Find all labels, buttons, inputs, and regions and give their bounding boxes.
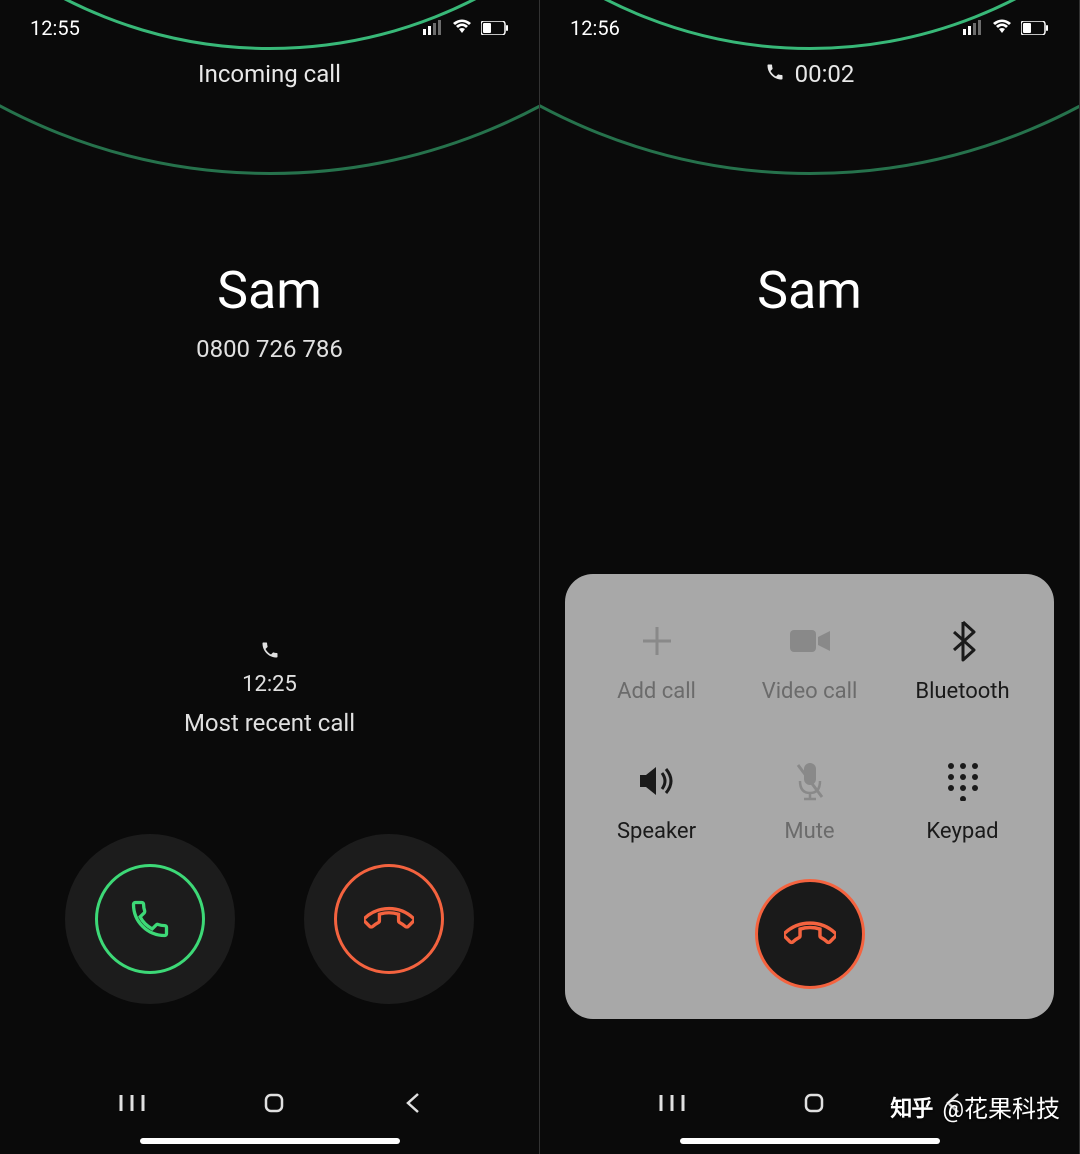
phone-icon (260, 645, 280, 664)
answer-button[interactable] (65, 834, 235, 1004)
caller-name: Sam (0, 260, 539, 321)
call-status-label: Incoming call (0, 60, 539, 88)
speaker-label: Speaker (617, 819, 696, 844)
status-bar: 12:55 (0, 0, 539, 55)
keypad-label: Keypad (926, 819, 998, 844)
caller-number: 0800 726 786 (0, 335, 539, 363)
end-call-button[interactable] (755, 879, 865, 989)
phone-icon (765, 60, 785, 88)
home-indicator[interactable] (140, 1138, 400, 1144)
phone-screen-incoming: 12:55 Incoming call Sam 0800 726 786 12:… (0, 0, 540, 1154)
status-icons (963, 16, 1049, 40)
wifi-icon (991, 16, 1013, 40)
video-call-label: Video call (762, 679, 858, 704)
nav-recents-icon[interactable] (659, 1093, 685, 1117)
status-icons (423, 16, 509, 40)
bluetooth-label: Bluetooth (915, 679, 1009, 704)
mute-icon (794, 759, 826, 803)
nav-back-icon[interactable] (404, 1091, 420, 1119)
signal-icon (963, 16, 983, 40)
add-call-button[interactable]: Add call (585, 619, 728, 704)
decline-button[interactable] (304, 834, 474, 1004)
watermark-text: @花果科技 (942, 1089, 1060, 1124)
video-icon (788, 619, 832, 663)
status-time: 12:56 (570, 16, 620, 40)
phone-screen-in-call: 12:56 00:02 Sam Add call (540, 0, 1080, 1154)
add-call-label: Add call (617, 679, 696, 704)
mute-label: Mute (784, 819, 834, 844)
keypad-icon (945, 759, 981, 803)
video-call-button[interactable]: Video call (738, 619, 881, 704)
nav-bar (0, 1091, 539, 1119)
caller-name: Sam (540, 260, 1079, 321)
keypad-button[interactable]: Keypad (891, 759, 1034, 844)
battery-icon (1021, 16, 1049, 40)
battery-icon (481, 16, 509, 40)
plus-icon (637, 619, 677, 663)
call-actions (0, 834, 539, 1004)
speaker-button[interactable]: Speaker (585, 759, 728, 844)
recent-call-info: 12:25 Most recent call (0, 640, 539, 737)
status-time: 12:55 (30, 16, 80, 40)
speaker-icon (636, 759, 678, 803)
call-duration: 00:02 (795, 60, 855, 88)
status-bar: 12:56 (540, 0, 1079, 55)
recent-call-time: 12:25 (0, 672, 539, 697)
bluetooth-icon (950, 619, 976, 663)
call-duration-row: 00:02 (540, 60, 1079, 88)
signal-icon (423, 16, 443, 40)
recent-call-label: Most recent call (0, 709, 539, 737)
wifi-icon (451, 16, 473, 40)
bluetooth-button[interactable]: Bluetooth (891, 619, 1034, 704)
nav-recents-icon[interactable] (119, 1093, 145, 1117)
watermark: 知乎 @花果科技 (890, 1089, 1060, 1124)
in-call-controls-panel: Add call Video call Bluetooth Speaker (565, 574, 1054, 1019)
nav-home-icon[interactable] (262, 1091, 286, 1119)
zhihu-logo: 知乎 (890, 1091, 932, 1123)
mute-button[interactable]: Mute (738, 759, 881, 844)
home-indicator[interactable] (680, 1138, 940, 1144)
nav-home-icon[interactable] (802, 1091, 826, 1119)
